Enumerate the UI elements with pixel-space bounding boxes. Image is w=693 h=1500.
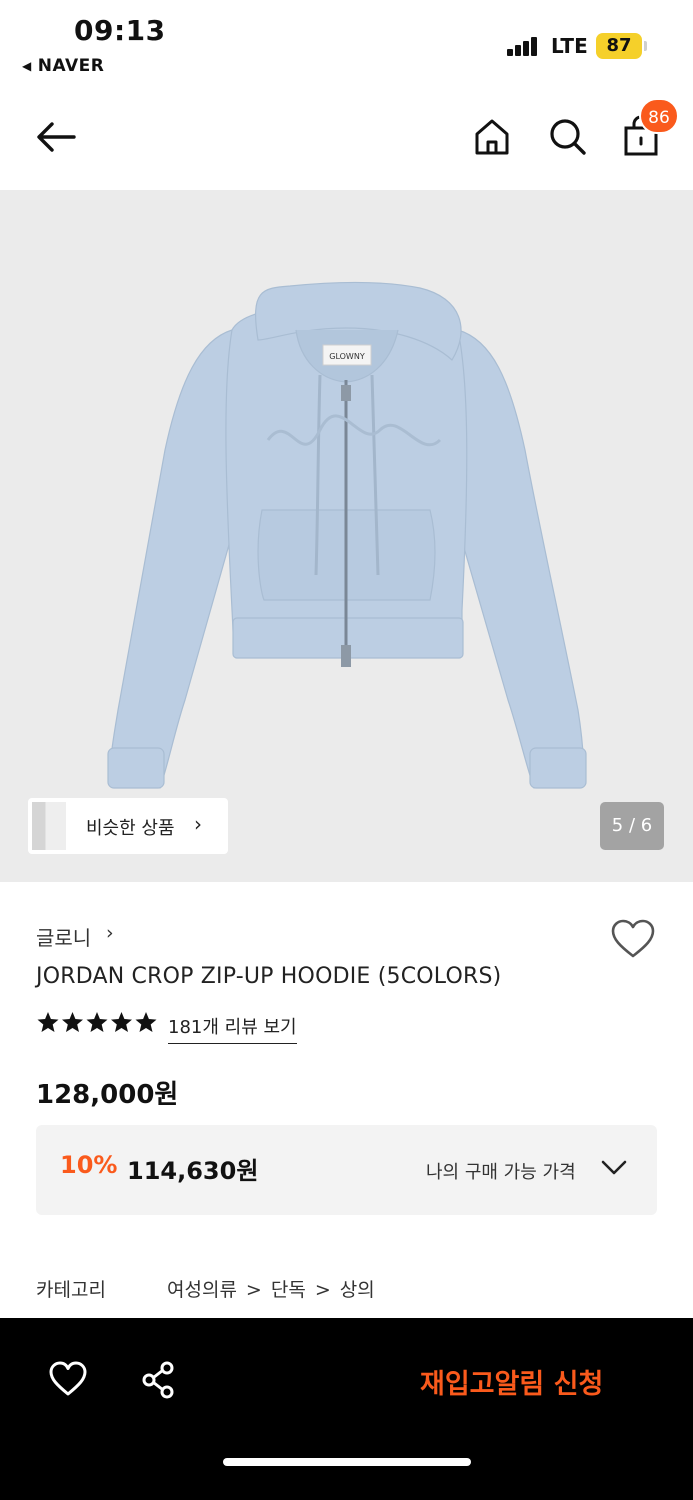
discount-price: 114,630원 xyxy=(127,1157,259,1185)
home-icon[interactable] xyxy=(467,112,517,162)
bottom-action-bar: 재입고알림 신청 xyxy=(0,1318,693,1500)
chevron-right-icon: › xyxy=(194,812,202,836)
similar-products-label: 비슷한 상품 xyxy=(86,818,175,839)
network-label: LTE xyxy=(551,34,588,58)
breadcrumb-separator: > xyxy=(314,1279,331,1301)
wishlist-heart-icon[interactable] xyxy=(610,918,656,960)
category-item[interactable]: 단독 xyxy=(271,1279,306,1301)
share-icon[interactable] xyxy=(140,1360,178,1400)
back-app-label: NAVER xyxy=(37,56,105,76)
category-item[interactable]: 상의 xyxy=(340,1279,375,1301)
battery-icon: 87 xyxy=(596,33,642,59)
breadcrumb-separator: > xyxy=(245,1279,262,1301)
chevron-right-icon: › xyxy=(106,922,114,944)
my-price-label: 나의 구매 가능 가격 xyxy=(426,1162,576,1183)
similar-products-button[interactable]: 비슷한 상품 › xyxy=(28,798,228,854)
my-price-box[interactable]: 10% 114,630원 나의 구매 가능 가격 xyxy=(36,1125,657,1215)
cart-count-badge: 86 xyxy=(639,98,679,134)
signal-icon xyxy=(507,36,537,56)
product-image: GLOWNY xyxy=(107,281,587,789)
back-arrow-icon[interactable] xyxy=(32,112,82,162)
header-nav xyxy=(0,96,693,186)
original-price: 128,000원 xyxy=(36,1080,179,1110)
brand-link[interactable]: 글로니 xyxy=(36,922,91,951)
brand-tag-text: GLOWNY xyxy=(329,352,365,361)
discount-rate: 10% xyxy=(60,1151,118,1179)
product-title: JORDAN CROP ZIP-UP HOODIE (5COLORS) xyxy=(36,964,502,989)
category-label: 카테고리 xyxy=(36,1279,106,1301)
back-to-app-link[interactable]: ◀ NAVER xyxy=(22,56,104,76)
status-time: 09:13 xyxy=(74,14,166,47)
battery-tip xyxy=(644,41,647,51)
home-indicator[interactable] xyxy=(223,1458,471,1466)
similar-product-thumbnail xyxy=(32,802,66,850)
search-icon[interactable] xyxy=(543,112,593,162)
chevron-down-icon xyxy=(600,1157,628,1179)
status-bar: 09:13 ◀ NAVER LTE 87 xyxy=(0,0,693,90)
heart-icon[interactable] xyxy=(48,1360,88,1400)
category-breadcrumb: 여성의류 > 단독 > 상의 xyxy=(167,1275,375,1302)
rating-stars xyxy=(36,1010,160,1036)
restock-alert-button[interactable]: 재입고알림 신청 xyxy=(420,1362,603,1401)
image-page-counter: 5 / 6 xyxy=(600,802,664,850)
back-triangle-icon: ◀ xyxy=(22,59,32,73)
category-item[interactable]: 여성의류 xyxy=(167,1279,237,1301)
product-image-gallery[interactable]: GLOWNY 비슷한 상품 › 5 / 6 xyxy=(0,190,693,882)
reviews-link[interactable]: 181개 리뷰 보기 xyxy=(168,1013,297,1044)
